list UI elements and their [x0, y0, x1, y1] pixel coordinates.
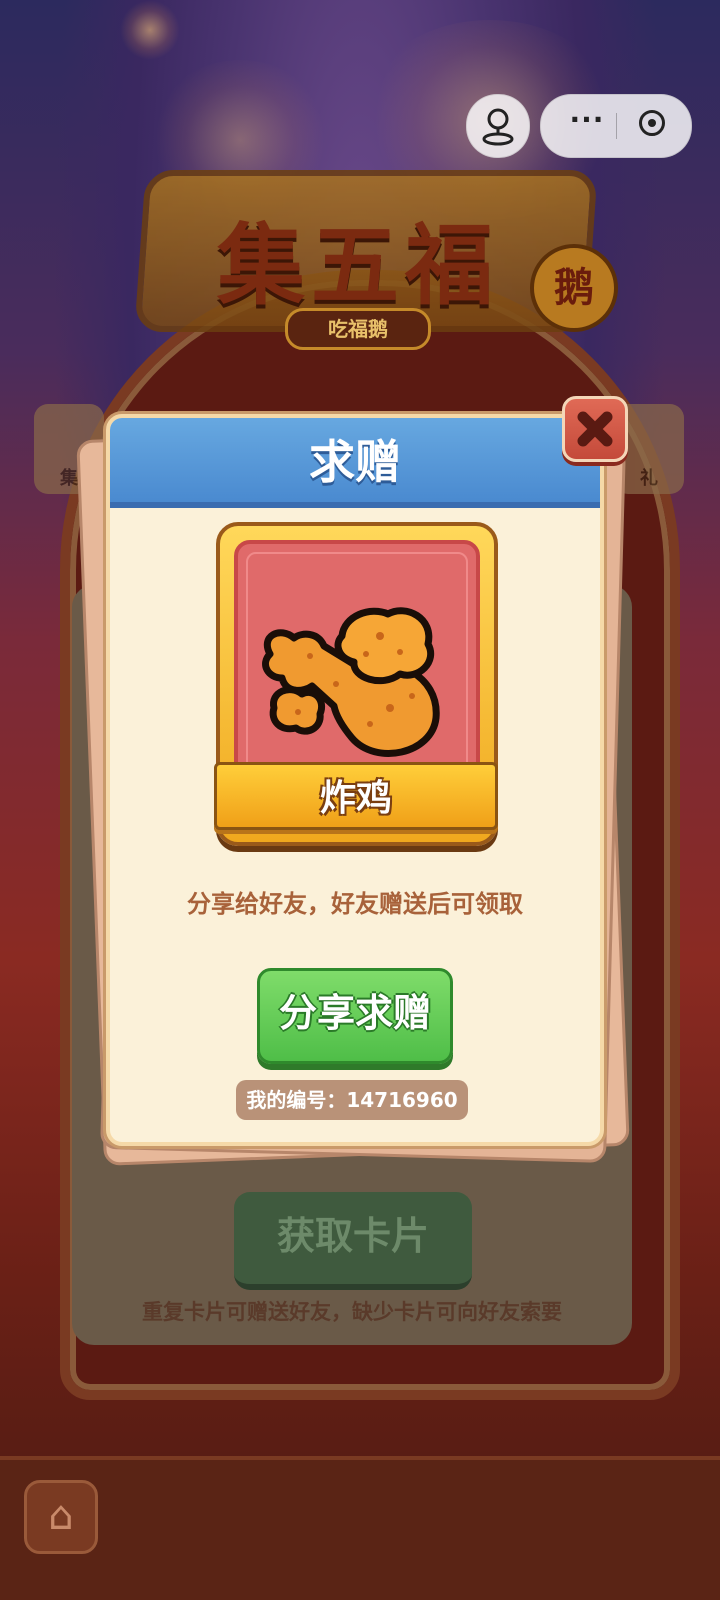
bottom-bar: [0, 1456, 720, 1600]
firework-decoration: [120, 0, 180, 60]
get-cards-button[interactable]: 获取卡片: [234, 1192, 472, 1290]
close-button[interactable]: [562, 396, 628, 462]
share-request-button[interactable]: 分享求赠: [257, 968, 453, 1064]
dialog-title: 求赠: [309, 435, 401, 489]
fried-chicken-icon: [262, 607, 440, 757]
card-name: 炸鸡: [319, 778, 392, 819]
game-title: 集五福: [216, 214, 499, 317]
card-name-ribbon: 炸鸡: [214, 762, 498, 830]
close-icon: [577, 411, 613, 447]
dialog-description: 分享给好友，好友赠送后可领取: [187, 890, 523, 918]
fried-chicken-card: 炸鸡: [214, 522, 498, 846]
more-icon[interactable]: ···: [559, 103, 615, 136]
hint-text: 重复卡片可赠送好友，缺少卡片可向好友索要: [142, 1300, 562, 1324]
game-subtitle: 吃福鹅: [285, 308, 431, 350]
dialog-header: 求赠: [110, 418, 600, 508]
capsule-divider: [616, 113, 617, 139]
user-icon: [482, 108, 514, 146]
home-button[interactable]: ⌂: [24, 1480, 98, 1554]
home-icon: ⌂: [48, 1493, 74, 1539]
goose-badge: 鹅: [530, 244, 618, 332]
avatar-button[interactable]: [466, 94, 530, 158]
user-id-label: 我的编号：14716960: [236, 1080, 468, 1120]
capsule-menu: ···: [540, 94, 692, 158]
target-icon[interactable]: [639, 110, 665, 136]
